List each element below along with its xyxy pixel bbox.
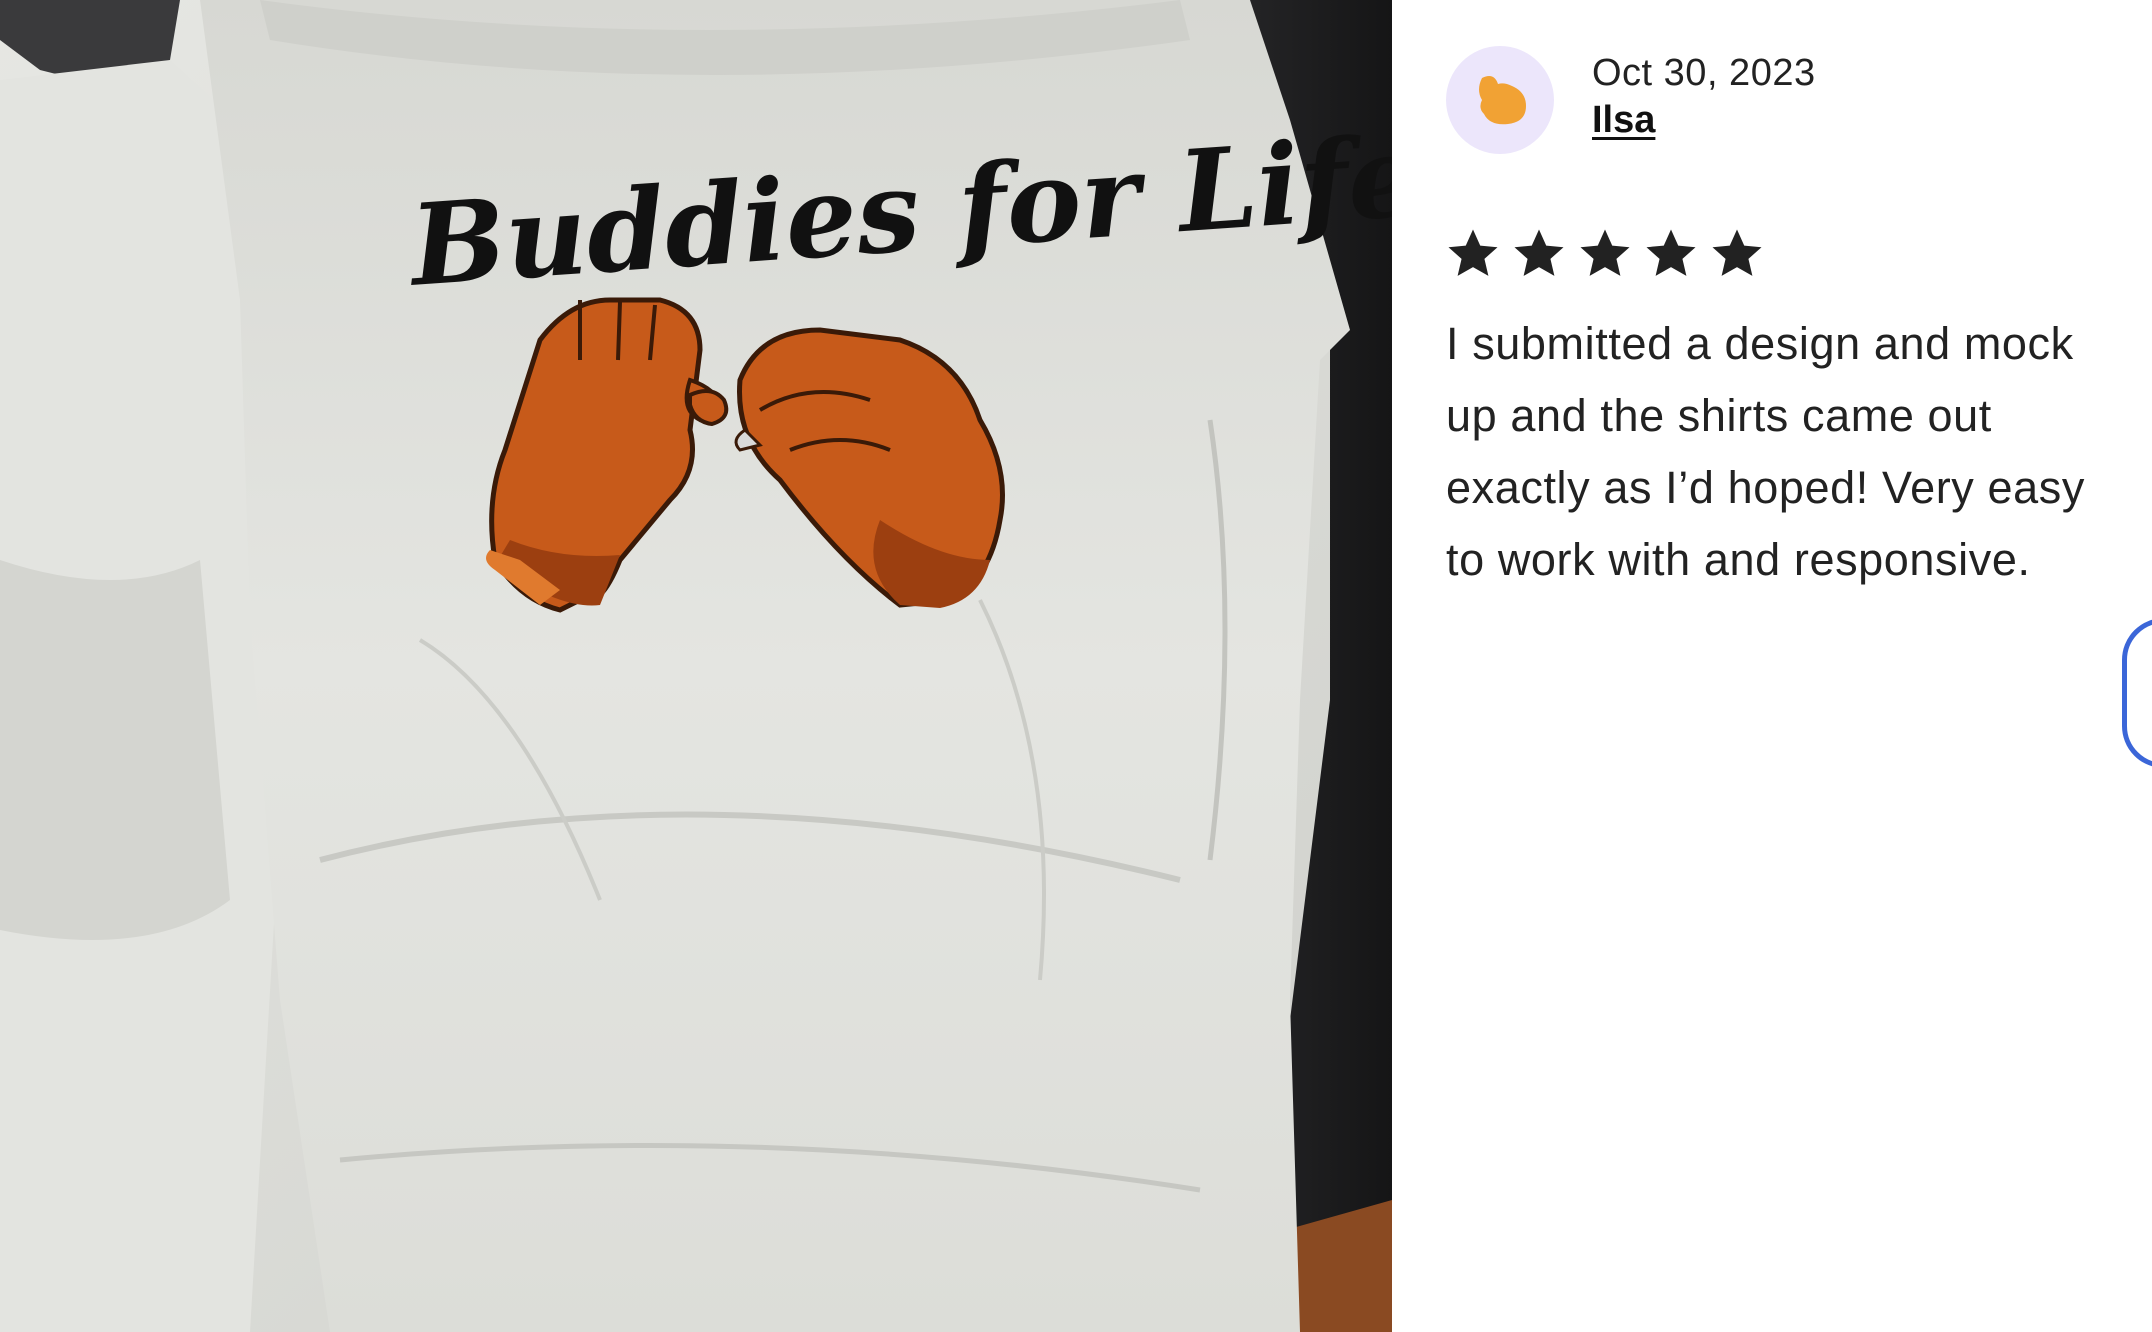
reviewer-header: Oct 30, 2023 Ilsa [1446, 46, 1816, 154]
star-filled-icon [1646, 229, 1696, 276]
edge-nav-button[interactable] [2122, 618, 2152, 768]
review-date: Oct 30, 2023 [1592, 52, 1816, 94]
reviewer-name-link[interactable]: Ilsa [1592, 96, 1816, 144]
star-filled-icon [1514, 229, 1564, 276]
star-filled-icon [1448, 229, 1498, 276]
review-text: I submitted a design and mock up and the… [1446, 318, 2085, 585]
reviewer-avatar[interactable] [1446, 46, 1554, 154]
reviewer-meta: Oct 30, 2023 Ilsa [1592, 50, 1816, 144]
star-filled-icon [1712, 229, 1762, 276]
tshirt-photo: Buddies for Life [0, 0, 1392, 1332]
star-filled-icon [1580, 229, 1630, 276]
star-rating [1444, 226, 1766, 282]
review-page: Buddies for Life Oct 30, 2023 Ilsa I sub… [0, 0, 2152, 1332]
review-photo[interactable]: Buddies for Life [0, 0, 1392, 1332]
default-avatar-icon [1479, 76, 1526, 125]
review-panel: Oct 30, 2023 Ilsa I submitted a design a… [1392, 0, 2152, 1332]
